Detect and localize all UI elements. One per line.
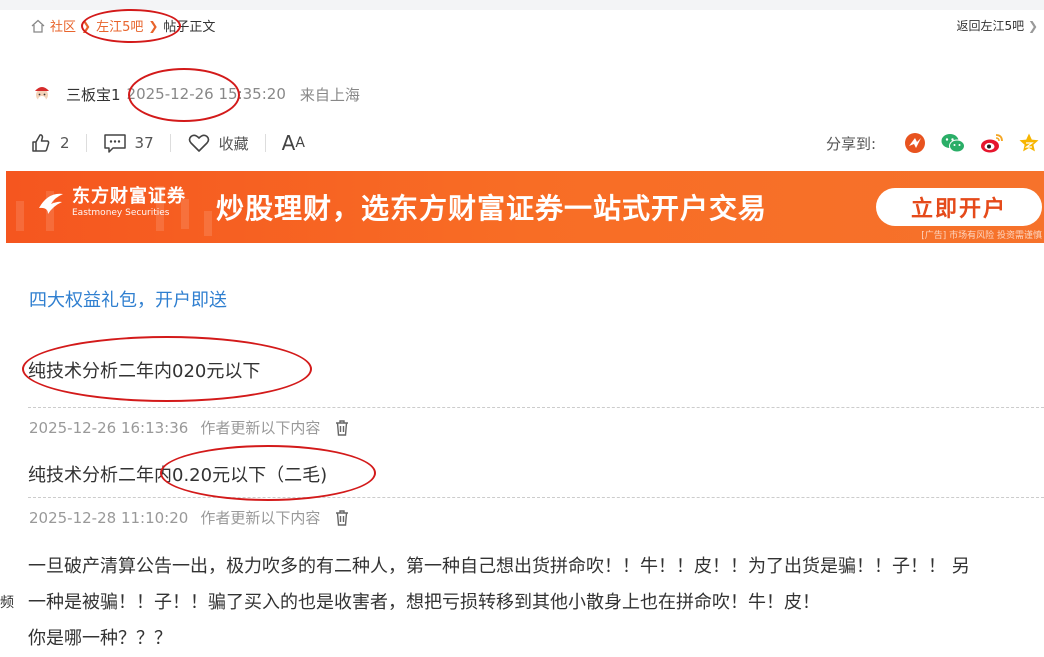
update-body: 一旦破产清算公告一出，极力吹多的有二种人，第一种自己想出货拼命吹！！牛！！皮！！… [28,549,970,657]
ad-banner[interactable]: 东方财富证券 Eastmoney Securities 炒股理财，选东方财富证券… [6,171,1044,243]
post-original-text: 纯技术分析二年内020元以下 [28,361,261,382]
heart-icon [188,134,209,152]
update-time: 2025-12-26 16:13:36 [29,418,189,437]
update-body-line: 一旦破产清算公告一出，极力吹多的有二种人，第一种自己想出货拼命吹！！牛！！皮！！… [28,556,970,577]
avatar[interactable] [32,83,52,105]
update-header: 2025-12-28 11:10:20 作者更新以下内容 [29,507,350,528]
update-body-line: 你是哪一种？？？ [28,628,172,649]
post-time: 2025-12-26 15:35:20 [126,85,286,103]
breadcrumb-current: 帖子正文 [163,20,216,35]
wechat-icon [941,134,965,153]
font-size-toggle[interactable]: AA [282,131,305,155]
chevron-right-icon: ❯ [1027,19,1038,33]
update-text: 纯技术分析二年内0.20元以下（二毛) [28,465,328,486]
like-count: 2 [60,134,70,152]
top-strip [0,0,1044,10]
update-time: 2025-12-28 11:10:20 [29,508,189,527]
font-size-large: A [281,131,296,155]
breadcrumb: 社区 ❯ 左江5吧 ❯ 帖子正文 [30,16,215,35]
like-button[interactable]: 2 [30,132,70,154]
share-weibo-button[interactable] [980,132,1004,154]
post-meta: 三板宝1 2025-12-26 15:35:20 来自上海 [32,82,360,106]
comment-count: 37 [134,134,154,152]
update-label: 作者更新以下内容 [200,509,321,527]
ad-slogan: 炒股理财，选东方财富证券一站式开户交易 [216,192,768,225]
share-eastmoney-button[interactable] [904,132,926,154]
weibo-icon [981,134,1003,153]
chevron-right-icon: ❯ [148,18,159,33]
comment-icon [103,134,126,153]
eastmoney-logo: 东方财富证券 Eastmoney Securities [36,187,186,219]
thumbs-up-icon [32,134,50,152]
breadcrumb-home-link[interactable]: 社区 [50,16,76,35]
eastmoney-logo-icon [39,193,63,214]
home-icon[interactable] [30,18,46,34]
open-account-button[interactable]: 立即开户 [876,188,1042,226]
divider [169,134,171,152]
eastmoney-icon [905,133,925,153]
font-size-small: A [295,135,305,151]
breadcrumb-forum-link[interactable]: 左江5吧 [96,16,143,35]
divider [264,134,266,152]
update-divider [28,497,1044,498]
promo-link[interactable]: 四大权益礼包，开户即送 [29,286,227,312]
share-bar: 分享到: [826,130,1040,156]
comment-button[interactable]: 37 [103,132,154,154]
chevron-right-icon: ❯ [81,18,92,33]
post-actions: 2 37 收藏 AA [30,130,305,156]
author-name[interactable]: 三板宝1 [66,84,121,105]
update-header: 2025-12-26 16:13:36 作者更新以下内容 [29,417,350,438]
star-icon [1019,133,1039,152]
ad-risk-notice: [广告] 市场有风险 投资需谨慎 [921,231,1042,241]
share-label: 分享到: [825,134,876,153]
divider [85,134,87,152]
share-wechat-button[interactable] [940,132,966,154]
favorite-label: 收藏 [218,134,249,153]
trash-icon[interactable] [334,509,350,527]
side-cutoff-text: 频 [0,595,14,611]
trash-icon[interactable] [334,419,350,437]
post-location: 来自上海 [299,85,360,104]
back-to-forum-link[interactable]: 返回左江5吧 ❯ [956,17,1038,34]
favorite-button[interactable]: 收藏 [187,132,249,154]
share-qzone-button[interactable] [1018,132,1040,154]
brand-name-en: Eastmoney Securities [72,208,170,218]
update-body-line: 一种是被骗！！子！！骗了买入的也是收害者，想把亏损转移到其他小散身上也在拼命吹！… [28,592,820,613]
update-label: 作者更新以下内容 [200,419,321,437]
update-divider [28,407,1044,408]
brand-name-cn: 东方财富证券 [72,186,186,207]
back-link-label: 返回左江5吧 [956,19,1025,33]
